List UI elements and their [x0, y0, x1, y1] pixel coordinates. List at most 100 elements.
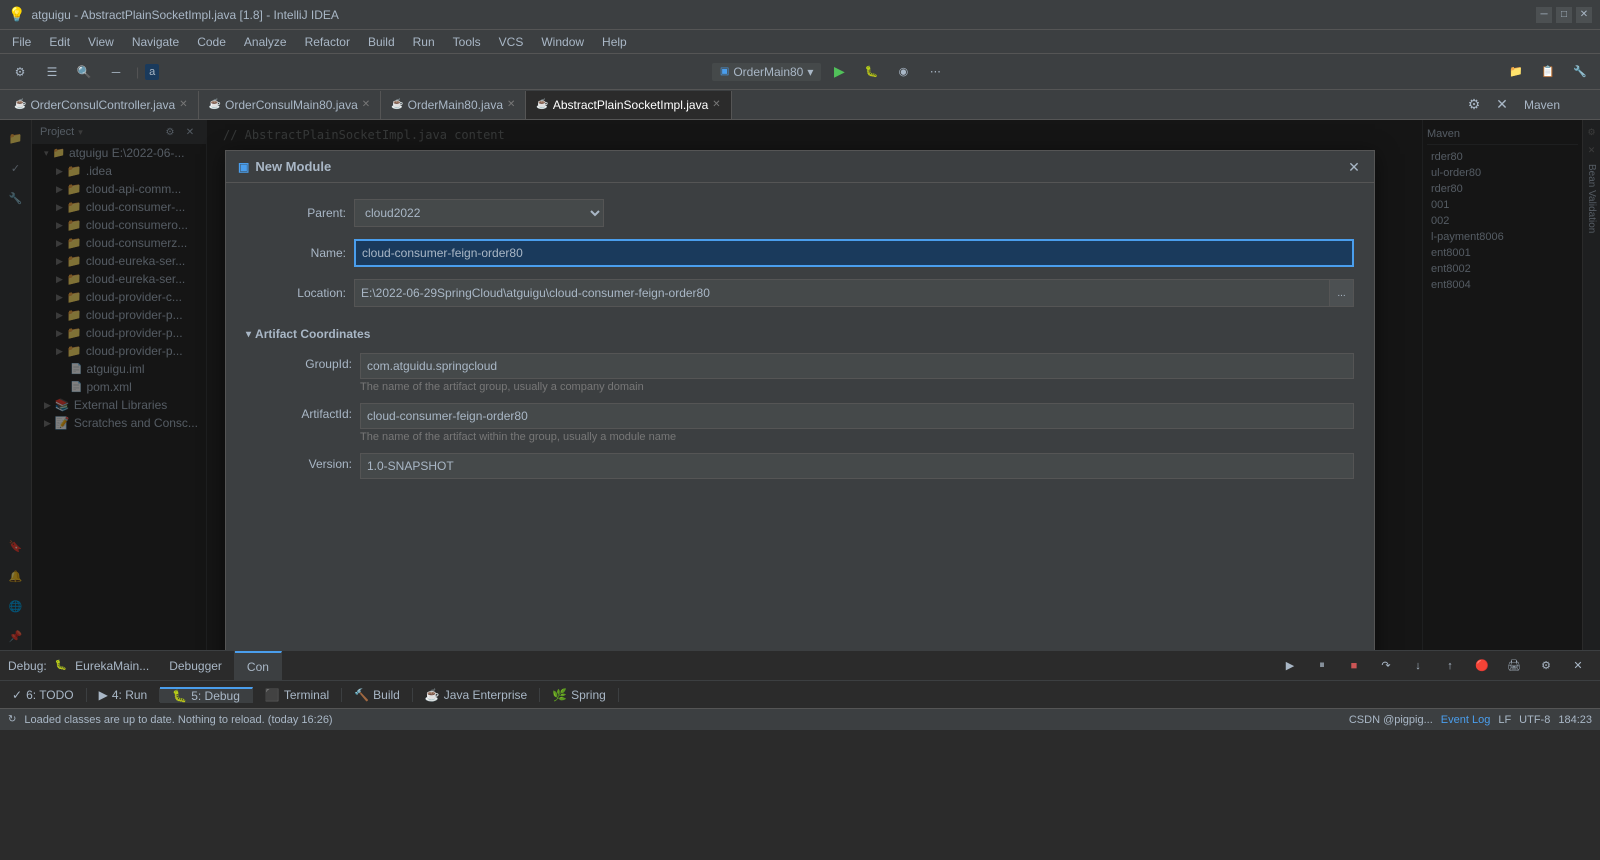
toolbar: ⚙ ☰ 🔍 ─ | a ▣ OrderMain80 ▾ ▶ 🐛 ◉ ⋯ 📁 📋 … [0, 54, 1600, 90]
java-enterprise-tab[interactable]: ☕ Java Enterprise [413, 688, 540, 702]
menu-file[interactable]: File [4, 33, 39, 51]
toolbar-extra2[interactable]: 📋 [1534, 58, 1562, 86]
toolbar-layout[interactable]: ☰ [38, 58, 66, 86]
position-label: 184:23 [1558, 714, 1592, 726]
build-tab[interactable]: 🔨 Build [342, 688, 413, 702]
menu-window[interactable]: Window [533, 33, 592, 51]
menu-analyze[interactable]: Analyze [236, 33, 295, 51]
debug-button[interactable]: 🐛 [857, 58, 885, 86]
toolbar-settings[interactable]: ⚙ [6, 58, 34, 86]
groupid-input[interactable] [360, 353, 1354, 379]
tab-close-1[interactable]: ✕ [362, 99, 370, 110]
tab-orderconsulmain80[interactable]: ☕ OrderConsulMain80.java ✕ [199, 91, 382, 119]
debug-step-over-btn[interactable]: ↷ [1372, 652, 1400, 680]
menu-build[interactable]: Build [360, 33, 403, 51]
maximize-button[interactable]: □ [1556, 7, 1572, 23]
tab-close-2[interactable]: ✕ [507, 99, 515, 110]
tab-label-0: OrderConsulController.java [30, 98, 175, 112]
debug-settings-btn[interactable]: ⚙ [1532, 652, 1560, 680]
debug-step-out-btn[interactable]: ↑ [1436, 652, 1464, 680]
debugger-tab-label: Debugger [169, 659, 222, 673]
menu-run[interactable]: Run [405, 33, 443, 51]
name-row: Name: [246, 239, 1354, 267]
menu-code[interactable]: Code [189, 33, 234, 51]
debug-mute-btn[interactable]: 🔴 [1468, 652, 1496, 680]
todo-tab[interactable]: ✓ 6: TODO [0, 688, 87, 702]
groupid-label: GroupId: [262, 353, 352, 371]
status-bar-left: ↻ Loaded classes are up to date. Nothing… [8, 714, 333, 726]
menu-navigate[interactable]: Navigate [124, 33, 187, 51]
version-input-group [360, 453, 1354, 479]
toolbar-extra1[interactable]: 📁 [1502, 58, 1530, 86]
con-tab[interactable]: Con [235, 651, 282, 681]
debugger-tab[interactable]: Debugger [157, 651, 235, 681]
toolbar-minus[interactable]: ─ [102, 58, 130, 86]
run-tab[interactable]: ▶ 4: Run [87, 688, 161, 702]
artifactid-hint: The name of the artifact within the grou… [360, 431, 1354, 443]
dialog-close-button[interactable]: ✕ [1346, 159, 1362, 175]
more-button[interactable]: ⋯ [921, 58, 949, 86]
tab-ordermain80[interactable]: ☕ OrderMain80.java ✕ [381, 91, 526, 119]
parent-row: Parent: cloud2022 [246, 199, 1354, 227]
menu-view[interactable]: View [80, 33, 122, 51]
debug-close-btn[interactable]: ✕ [1564, 652, 1592, 680]
java-enterprise-label: Java Enterprise [444, 688, 527, 702]
app-icon: 💡 [8, 6, 25, 23]
todo-icon: ✓ [12, 688, 22, 702]
terminal-tab[interactable]: ⬛ Terminal [253, 688, 342, 702]
run-button[interactable]: ▶ [825, 58, 853, 86]
menu-refactor[interactable]: Refactor [297, 33, 358, 51]
debug-pause-btn[interactable]: ⏸ [1308, 652, 1336, 680]
artifact-expand-icon: ▾ [246, 329, 251, 340]
menu-edit[interactable]: Edit [41, 33, 78, 51]
artifact-header[interactable]: ▾ Artifact Coordinates [246, 323, 1354, 345]
location-browse-button[interactable]: ... [1330, 279, 1354, 307]
line-sep-label[interactable]: LF [1498, 714, 1511, 726]
encoding-label[interactable]: UTF-8 [1519, 714, 1550, 726]
menu-help[interactable]: Help [594, 33, 635, 51]
tab-close-0[interactable]: ✕ [179, 99, 187, 110]
run-config-selector[interactable]: ▣ OrderMain80 ▾ [712, 63, 822, 81]
debug-tab-bottom[interactable]: 🐛 5: Debug [160, 687, 253, 703]
tabs-close-all[interactable]: ✕ [1488, 91, 1516, 119]
debug-resume-btn[interactable]: ▶ [1276, 652, 1304, 680]
dialog-titlebar: ▣ New Module ✕ [226, 151, 1374, 183]
toolbar-extra3[interactable]: 🔧 [1566, 58, 1594, 86]
spring-tab[interactable]: 🌿 Spring [540, 688, 619, 702]
debug-print-btn[interactable]: 🖨 [1500, 652, 1528, 680]
dialog-spacer [226, 495, 1374, 650]
status-bar: ↻ Loaded classes are up to date. Nothing… [0, 708, 1600, 730]
menu-tools[interactable]: Tools [445, 33, 489, 51]
parent-select[interactable]: cloud2022 [354, 199, 604, 227]
build-icon: 🔨 [354, 688, 369, 702]
coverage-button[interactable]: ◉ [889, 58, 917, 86]
new-module-dialog: ▣ New Module ✕ Parent: cloud2022 [225, 150, 1375, 650]
maven-tab[interactable]: Maven [1516, 98, 1596, 112]
tabs-settings[interactable]: ⚙ [1460, 91, 1488, 119]
tab-abstractplainsocketimpl[interactable]: ☕ AbstractPlainSocketImpl.java ✕ [526, 91, 731, 119]
toolbar-search[interactable]: 🔍 [70, 58, 98, 86]
tab-label-1: OrderConsulMain80.java [225, 98, 358, 112]
location-label: Location: [246, 286, 346, 300]
tab-orderconsulcontroller[interactable]: ☕ OrderConsulController.java ✕ [4, 91, 199, 119]
name-input[interactable] [354, 239, 1354, 267]
artifactid-label: ArtifactId: [262, 403, 352, 421]
menu-vcs[interactable]: VCS [491, 33, 532, 51]
debug-step-into-btn[interactable]: ↓ [1404, 652, 1432, 680]
minimize-button[interactable]: ─ [1536, 7, 1552, 23]
location-input[interactable] [354, 279, 1330, 307]
groupid-hint: The name of the artifact group, usually … [360, 381, 1354, 393]
status-bar-right: CSDN @pigpig... Event Log LF UTF-8 184:2… [1349, 714, 1592, 726]
version-input[interactable] [360, 453, 1354, 479]
tab-close-3[interactable]: ✕ [712, 99, 720, 110]
dialog-title-content: ▣ New Module [238, 159, 331, 174]
artifactid-input[interactable] [360, 403, 1354, 429]
close-button[interactable]: ✕ [1576, 7, 1592, 23]
debug-stop-btn[interactable]: ■ [1340, 652, 1368, 680]
build-label: Build [373, 688, 400, 702]
title-bar-left: 💡 atguigu - AbstractPlainSocketImpl.java… [8, 6, 339, 23]
run-label: 4: Run [112, 688, 147, 702]
event-log-label[interactable]: Event Log [1441, 714, 1491, 726]
debug-label: Debug: [8, 659, 47, 673]
tab-label-2: OrderMain80.java [408, 98, 503, 112]
